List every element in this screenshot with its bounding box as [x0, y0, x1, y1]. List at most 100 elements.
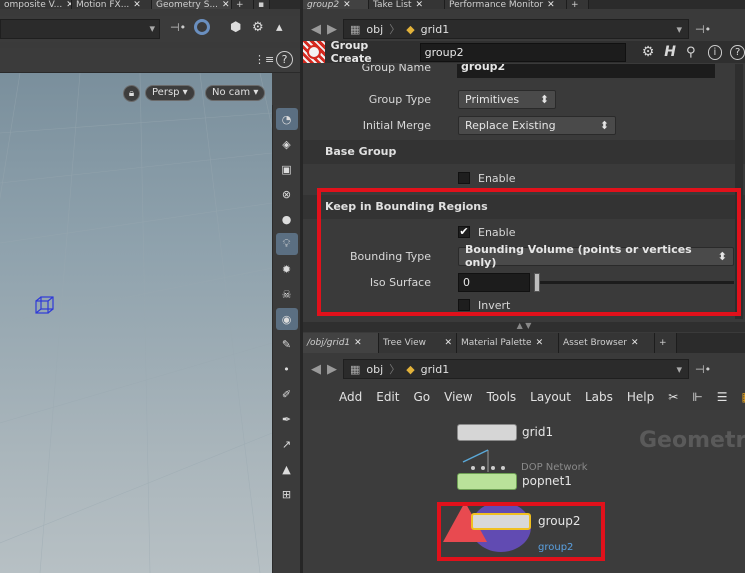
node-popnet1[interactable]	[457, 473, 517, 490]
help-icon[interactable]: ?	[276, 51, 293, 68]
back-arrow-icon[interactable]: ◀	[311, 22, 321, 37]
path-field[interactable]: ▦ obj 〉 ◆ grid1 ▾	[343, 19, 689, 39]
pane-splitter[interactable]: ▲ ▼	[303, 322, 745, 332]
shading-icon[interactable]: ◈	[276, 133, 298, 155]
close-icon[interactable]: ✕	[133, 0, 141, 9]
tab-label: Material Palette	[461, 338, 532, 348]
display-options-icon[interactable]: ⚙	[252, 20, 264, 35]
scene-viewport[interactable]: 🔒︎ Persp ▾ No cam ▾	[0, 73, 272, 573]
grid-icon[interactable]: ⊞	[276, 483, 298, 505]
pen-icon[interactable]: ✐	[276, 383, 298, 405]
tab-take-list[interactable]: Take List ✕	[369, 0, 445, 9]
headlight-icon[interactable]: ✹	[276, 258, 298, 280]
target-icon[interactable]	[194, 19, 210, 35]
close-icon[interactable]: ✕	[444, 339, 452, 348]
operator-name-field[interactable]: group2	[419, 42, 626, 62]
measure-icon[interactable]: ↗	[276, 433, 298, 455]
dot-icon[interactable]: •	[276, 358, 298, 380]
tab-performance-monitor[interactable]: Performance Monitor ✕	[445, 0, 567, 9]
snap-icon[interactable]: ⊗	[276, 183, 298, 205]
chevron-down-icon[interactable]: ▾	[676, 363, 682, 376]
search-icon[interactable]: ⚲	[686, 45, 696, 60]
help-h-icon[interactable]: H	[664, 44, 676, 60]
group-type-row: Group Type Primitives ⬍	[303, 88, 745, 110]
group-name-label: Group Name	[361, 64, 431, 74]
tab-label: omposite V...	[4, 0, 63, 9]
pin-icon[interactable]: ⊣•	[695, 363, 711, 376]
highlight-box	[317, 188, 741, 316]
tab-group2[interactable]: group2 ✕	[303, 0, 369, 9]
right-tabbar: group2 ✕ Take List ✕ Performance Monitor ✕ …	[303, 0, 745, 9]
tab-menu-icon[interactable]: ▪	[254, 0, 270, 9]
node-popnet1-label: popnet1	[522, 474, 572, 488]
chevron-updown-icon: ⬍	[539, 92, 549, 106]
tab-obj-grid1[interactable]: /obj/grid1 ✕	[303, 333, 379, 353]
path-field[interactable]: ▦ obj 〉 ◆ grid1 ▾	[343, 359, 689, 379]
info-icon[interactable]: i	[707, 44, 723, 60]
handles-icon[interactable]: ⋮≡	[254, 53, 274, 66]
base-enable-checkbox[interactable]	[458, 172, 470, 184]
tab-tree-view[interactable]: Tree View ✕	[379, 333, 457, 353]
initial-merge-value: Replace Existing	[465, 118, 556, 132]
add-tab-button[interactable]: +	[655, 333, 677, 353]
group-type-dropdown[interactable]: Primitives ⬍	[458, 89, 556, 109]
display-mode-icon[interactable]: ◉	[275, 308, 298, 330]
tab-geometry-spreadsheet[interactable]: Geometry S... ✕	[152, 0, 232, 9]
tab-motion-fx[interactable]: Motion FX... ✕	[72, 0, 152, 9]
lock-icon[interactable]: 🔒︎	[123, 85, 140, 102]
stylus-icon[interactable]: ✒	[276, 408, 298, 430]
close-icon[interactable]: ✕	[343, 0, 351, 9]
tab-label: /obj/grid1	[307, 338, 351, 348]
persp-menu-button[interactable]: Persp ▾	[145, 85, 195, 101]
close-icon[interactable]: ✕	[354, 339, 362, 348]
chevron-updown-icon: ⬍	[599, 118, 609, 132]
tab-material-palette[interactable]: Material Palette ✕	[457, 333, 559, 353]
path-obj[interactable]: obj	[366, 363, 383, 376]
close-icon[interactable]: ✕	[536, 339, 544, 348]
forward-arrow-icon[interactable]: ▶	[327, 22, 337, 37]
back-arrow-icon[interactable]: ◀	[311, 362, 321, 377]
add-tab-button[interactable]: +	[232, 0, 254, 9]
lock-view-icon[interactable]: ▣	[276, 158, 298, 180]
help-icon[interactable]: ?	[730, 44, 745, 60]
cube-icon[interactable]: ⬢	[230, 20, 241, 35]
brush-icon[interactable]: ✎	[276, 333, 298, 355]
network-icon: ▦	[350, 362, 361, 376]
viewer-dropdown[interactable]: ▾	[0, 19, 160, 39]
viewer-toolbar: ▾ ⊣• ⬢ ⚙ ▴	[0, 16, 300, 42]
left-tabbar: omposite V...✕ Motion FX...✕ Geometry S.…	[0, 0, 300, 9]
add-tab-button[interactable]: +	[567, 0, 589, 9]
path-node[interactable]: grid1	[421, 363, 450, 376]
initial-merge-dropdown[interactable]: Replace Existing ⬍	[458, 115, 616, 135]
light-icon[interactable]: 💡︎	[275, 233, 298, 255]
pin-icon[interactable]: ⊣•	[170, 21, 186, 34]
node-grid1[interactable]	[457, 424, 517, 441]
camera-label: No cam	[212, 87, 251, 98]
group-type-value: Primitives	[465, 92, 520, 106]
close-icon[interactable]: ✕	[631, 339, 639, 348]
close-icon[interactable]: ✕	[547, 0, 555, 9]
tab-asset-browser[interactable]: Asset Browser ✕	[559, 333, 655, 353]
skull-icon[interactable]: ☠	[276, 283, 298, 305]
base-enable-row: Enable	[303, 167, 745, 189]
gear-icon[interactable]: ⚙	[642, 44, 655, 60]
viewport-side-toolbar: ◔ ◈ ▣ ⊗ ● 💡︎ ✹ ☠ ◉ ✎ • ✐ ✒ ↗ ▲ ⊞	[272, 105, 300, 573]
chevron-down-icon[interactable]: ▾	[676, 23, 682, 36]
close-icon[interactable]: ✕	[416, 0, 424, 9]
sphere-icon[interactable]: ●	[276, 208, 298, 230]
path-separator-icon: 〉	[389, 363, 401, 376]
pin-icon[interactable]: ⊣•	[695, 23, 711, 36]
base-group-section[interactable]: Base Group	[303, 140, 745, 164]
group-name-field[interactable]: group2	[457, 64, 715, 78]
tab-composite[interactable]: omposite V...✕	[0, 0, 72, 9]
close-icon[interactable]: ✕	[222, 0, 230, 9]
forward-arrow-icon[interactable]: ▶	[327, 362, 337, 377]
camera-menu-button[interactable]: No cam ▾	[205, 85, 266, 101]
wireframe-icon[interactable]: ◔	[275, 108, 298, 130]
path-node[interactable]: grid1	[421, 23, 450, 36]
tab-label: Geometry S...	[156, 0, 219, 9]
flag-icon[interactable]: ▴	[276, 20, 283, 35]
paint-icon[interactable]: ▲	[276, 458, 298, 480]
path-obj[interactable]: obj	[366, 23, 383, 36]
geo-icon: ◆	[406, 362, 415, 376]
